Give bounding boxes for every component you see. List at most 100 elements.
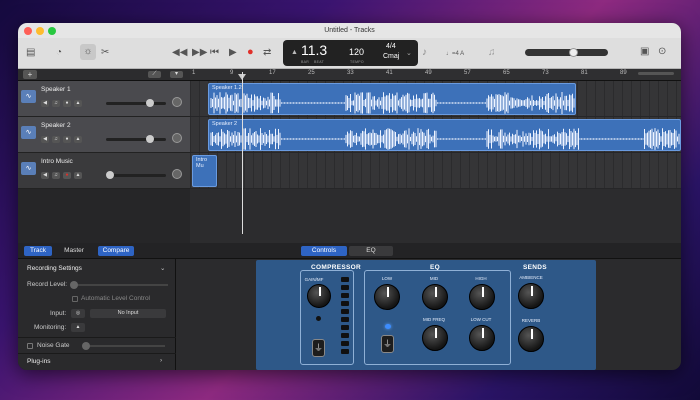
automation-icon[interactable]: ⟋ (148, 71, 161, 78)
chevron-down-icon[interactable]: ⌄ (160, 264, 165, 272)
audio-region[interactable]: Intro Mu (192, 155, 217, 187)
track-header-speaker-1[interactable]: ∿ Speaker 1 ◀ ♫ ● ▲ (18, 81, 190, 117)
tuner-icon[interactable]: ♪ (422, 47, 427, 59)
add-track-button[interactable]: + (23, 70, 37, 79)
mute-icon[interactable]: ◀ (41, 100, 49, 107)
meter-led (341, 341, 349, 346)
track-header-speaker-2[interactable]: ∿ Speaker 2 ◀ ♫ ● ▲ (18, 117, 190, 153)
level-meter (341, 277, 349, 357)
track-volume-slider[interactable] (106, 99, 166, 107)
chevron-down-icon[interactable]: ⌄ (406, 49, 412, 57)
empty-lane-area[interactable] (190, 189, 681, 243)
tab-track[interactable]: Track (24, 246, 52, 256)
record-enable-icon[interactable]: ● (63, 100, 71, 107)
toolbar: ▤ ◔ ☼ ✂ ◀◀ ▶▶ ⏮ ▶ ● ⇄ ▲ 11.3 BAR BEAT 12… (18, 38, 681, 69)
recording-settings-header[interactable]: Recording Settings (27, 265, 82, 272)
notepad-icon[interactable]: ▣ (640, 46, 649, 58)
audio-region[interactable]: Speaker 2 (208, 119, 681, 151)
knob-label: LOW (381, 276, 393, 281)
headphones-icon[interactable]: ♫ (52, 136, 60, 143)
slider-knob[interactable] (82, 342, 90, 350)
volume-knob[interactable] (106, 171, 114, 179)
chevron-right-icon[interactable]: › (160, 357, 162, 364)
pan-knob[interactable] (172, 169, 182, 179)
loop-browser-icon[interactable]: ⊙ (658, 46, 666, 58)
headphones-icon[interactable]: ♫ (52, 172, 60, 179)
input-select[interactable]: No Input (90, 309, 166, 318)
cycle-icon[interactable]: ⇄ (263, 47, 271, 59)
zoom-button[interactable] (48, 27, 56, 35)
count-in-display[interactable]: ♩=4 A (446, 48, 464, 60)
meter-led (341, 301, 349, 306)
led-icon (316, 316, 321, 321)
compare-button[interactable]: Compare (98, 246, 134, 256)
input-monitor-icon[interactable]: ▲ (74, 100, 82, 107)
mute-icon[interactable]: ◀ (41, 136, 49, 143)
eq-high-knob[interactable] (469, 284, 495, 310)
waveform (210, 92, 575, 114)
plugins-header[interactable]: Plug-ins (27, 358, 50, 365)
noise-gate-slider[interactable] (82, 342, 165, 350)
lane-speaker-1: Speaker 1.2 (190, 81, 681, 117)
track-header-intro-music[interactable]: ∿ Intro Music ◀ ♫ ● ▲ (18, 153, 190, 189)
playhead[interactable] (242, 72, 243, 234)
go-to-start-icon[interactable]: ⏮ (210, 47, 219, 59)
tracks-area: + ⟋ ▾ 1 9 17 25 33 41 49 57 65 73 81 89 … (18, 69, 681, 243)
bar-number: 1 (192, 70, 196, 76)
monitoring-label: Monitoring: (34, 324, 67, 331)
region-label: Intro Mu (196, 157, 208, 169)
close-button[interactable] (24, 27, 32, 35)
zoom-slider[interactable] (638, 72, 674, 75)
scissors-icon[interactable]: ✂ (101, 47, 109, 59)
filter-icon[interactable]: ▾ (170, 71, 183, 78)
compressor-knob[interactable] (307, 284, 331, 308)
waveform-icon: ∿ (21, 126, 36, 139)
reverb-knob[interactable] (518, 326, 544, 352)
play-icon[interactable]: ▶ (229, 47, 237, 59)
volume-knob[interactable] (569, 48, 578, 57)
eq-mid-freq-knob[interactable] (422, 325, 448, 351)
slider-knob[interactable] (70, 281, 78, 289)
input-channel-icon[interactable]: ◎ (71, 309, 85, 318)
input-monitor-icon[interactable]: ▲ (74, 136, 82, 143)
volume-knob[interactable] (146, 135, 154, 143)
eq-mid-knob[interactable] (422, 284, 448, 310)
audio-region[interactable]: Speaker 1.2 (208, 83, 576, 115)
tab-eq[interactable]: EQ (349, 246, 393, 256)
bar-number: 89 (620, 70, 627, 76)
noise-gate-checkbox[interactable] (27, 343, 33, 349)
fast-forward-icon[interactable]: ▶▶ (192, 47, 207, 59)
lcd-display[interactable]: ▲ 11.3 BAR BEAT 120 TEMPO 4/4 Cmaj ⌄ (283, 40, 418, 66)
toggle-switch[interactable]: ⏚ (312, 339, 325, 357)
ambience-knob[interactable] (518, 283, 544, 309)
pan-knob[interactable] (172, 97, 182, 107)
minimize-button[interactable] (36, 27, 44, 35)
master-volume-slider[interactable] (525, 48, 608, 57)
smart-controls-icon[interactable]: ☼ (80, 44, 96, 60)
auto-level-checkbox[interactable] (72, 296, 78, 302)
position-value: 11.3 (301, 42, 328, 58)
eq-low-cut-knob[interactable] (469, 325, 495, 351)
volume-knob[interactable] (146, 99, 154, 107)
eq-low-knob[interactable] (374, 284, 400, 310)
headphones-icon[interactable]: ♫ (52, 100, 60, 107)
record-icon[interactable]: ● (247, 46, 254, 58)
eq-toggle-switch[interactable]: ⏚ (381, 335, 394, 353)
track-volume-slider[interactable] (106, 171, 166, 179)
record-enable-icon[interactable]: ● (63, 172, 71, 179)
track-lanes[interactable]: Speaker 1.2 Speaker 2 Intro Mu (190, 81, 681, 243)
tab-controls[interactable]: Controls (301, 246, 347, 256)
monitoring-icon[interactable]: ▲ (71, 323, 85, 332)
tab-master[interactable]: Master (59, 246, 89, 256)
timeline-ruler[interactable]: 1 9 17 25 33 41 49 57 65 73 81 89 (190, 69, 681, 81)
mute-icon[interactable]: ◀ (41, 172, 49, 179)
record-enable-icon[interactable]: ● (63, 136, 71, 143)
library-icon[interactable]: ▤ (26, 47, 35, 59)
metronome-toggle-icon[interactable]: ♫ (488, 47, 496, 59)
record-level-slider[interactable] (70, 281, 168, 289)
rewind-icon[interactable]: ◀◀ (172, 47, 187, 59)
input-monitor-icon[interactable]: ▲ (74, 172, 82, 179)
track-volume-slider[interactable] (106, 135, 166, 143)
help-icon[interactable]: ◔ (56, 47, 62, 59)
pan-knob[interactable] (172, 133, 182, 143)
